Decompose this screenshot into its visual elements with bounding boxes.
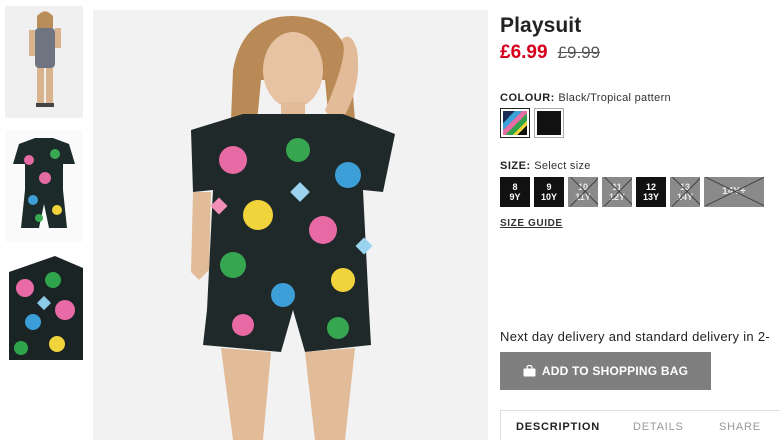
- size-option-10-11y-unavailable[interactable]: 10 11Y: [568, 177, 598, 207]
- thumbnail-detail-image: [5, 252, 83, 364]
- size-prompt: Select size: [534, 160, 591, 172]
- size-options: 8 9Y 9 10Y 10 11Y 11 12Y 12 13Y 13 14Y 1…: [500, 177, 764, 207]
- swatch-black-fill: [537, 111, 561, 135]
- thumbnail-garment-image: [5, 130, 83, 242]
- product-tabs: DESCRIPTION DETAILS SHARE: [500, 410, 780, 440]
- size-line2: 12Y: [608, 192, 625, 202]
- size-line1: 12: [645, 182, 656, 192]
- colour-value: Black/Tropical pattern: [558, 92, 671, 104]
- size-line1: 14Y+: [722, 186, 746, 197]
- add-to-bag-label: ADD TO SHOPPING BAG: [541, 364, 689, 378]
- size-line1: 8: [512, 182, 518, 192]
- size-line2: 14Y: [676, 192, 693, 202]
- size-option-8-9y[interactable]: 8 9Y: [500, 177, 530, 207]
- size-label: SIZE:: [500, 160, 531, 172]
- model-wearing-playsuit-image: [93, 10, 488, 440]
- size-option-13-14y-unavailable[interactable]: 13 14Y: [670, 177, 700, 207]
- swatch-tropical-pattern[interactable]: [500, 108, 530, 138]
- product-title: Playsuit: [500, 14, 582, 37]
- original-price: £9.99: [557, 43, 601, 62]
- size-line2: 13Y: [642, 192, 659, 202]
- add-to-bag-button[interactable]: ADD TO SHOPPING BAG: [500, 352, 711, 390]
- tab-description[interactable]: DESCRIPTION: [501, 411, 618, 440]
- size-option-12-13y[interactable]: 12 13Y: [636, 177, 666, 207]
- size-line1: 11: [612, 182, 622, 192]
- delivery-info: Next day delivery and standard delivery …: [500, 329, 771, 344]
- thumbnail-model-image: [5, 6, 83, 118]
- size-label-row: SIZE: Select size: [500, 160, 591, 172]
- colour-swatches: [500, 108, 564, 138]
- size-line2: 10Y: [540, 192, 557, 202]
- product-info-panel: Playsuit £6.99 £9.99 COLOUR: Black/Tropi…: [500, 0, 780, 440]
- thumbnail-garment-front[interactable]: [5, 130, 83, 242]
- main-product-image[interactable]: [93, 10, 488, 440]
- current-price: £6.99: [500, 42, 548, 63]
- size-line2: 9Y: [509, 192, 521, 202]
- size-line1: 13: [679, 182, 690, 192]
- swatch-black[interactable]: [534, 108, 564, 138]
- size-option-11-12y-unavailable[interactable]: 11 12Y: [602, 177, 632, 207]
- tab-share[interactable]: SHARE: [702, 411, 761, 440]
- size-line1: 9: [546, 182, 552, 192]
- size-option-9-10y[interactable]: 9 10Y: [534, 177, 564, 207]
- size-guide-link[interactable]: SIZE GUIDE: [500, 218, 563, 229]
- size-line2: 11Y: [575, 192, 591, 202]
- size-line1: 10: [577, 182, 588, 192]
- swatch-tropical-pattern-fill: [503, 111, 527, 135]
- tab-details[interactable]: DETAILS: [618, 411, 702, 440]
- thumbnail-list: [0, 0, 88, 440]
- shopping-bag-icon: [523, 365, 536, 377]
- size-option-14y-plus-unavailable[interactable]: 14Y+: [704, 177, 764, 207]
- colour-label-row: COLOUR: Black/Tropical pattern: [500, 92, 671, 104]
- thumbnail-model-full[interactable]: [5, 6, 83, 118]
- thumbnail-pattern-detail[interactable]: [5, 252, 83, 364]
- colour-label: COLOUR:: [500, 92, 555, 104]
- price-row: £6.99 £9.99: [500, 42, 600, 64]
